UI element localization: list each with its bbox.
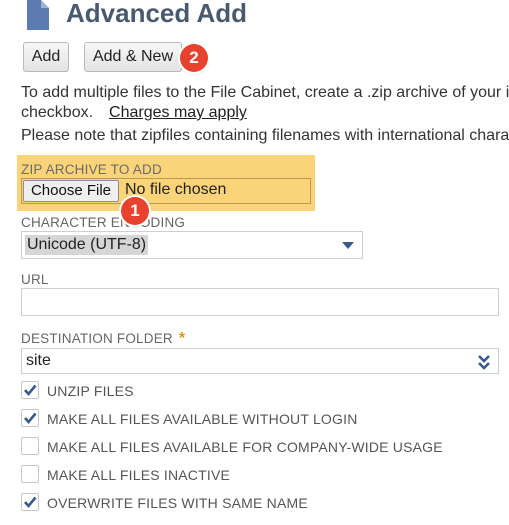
destination-folder-select[interactable]: site [21, 348, 499, 374]
description-line-2: checkbox. Charges may apply [21, 104, 247, 122]
option-label: MAKE ALL FILES INACTIVE [47, 467, 231, 483]
description-line-1: To add multiple files to the File Cabine… [21, 84, 509, 101]
character-encoding-value: Unicode (UTF-8) [25, 235, 149, 255]
option-label: UNZIP FILES [47, 383, 134, 399]
document-icon [27, 0, 49, 30]
checkmark-icon [24, 412, 37, 425]
dropdown-arrow-icon [342, 242, 354, 249]
checkbox[interactable] [21, 437, 39, 455]
url-input[interactable] [21, 288, 499, 316]
description-line-3: Please note that zipfiles containing fil… [21, 127, 509, 144]
choose-file-button[interactable]: Choose File [23, 180, 119, 202]
option-label: OVERWRITE FILES WITH SAME NAME [47, 495, 308, 511]
destination-folder-value: site [26, 352, 51, 369]
required-marker: * [178, 330, 186, 347]
step-badge-1: 1 [121, 197, 149, 225]
checkmark-icon [24, 496, 37, 509]
destination-folder-label-text: DESTINATION FOLDER [21, 331, 173, 346]
option-label: MAKE ALL FILES AVAILABLE FOR COMPANY-WID… [47, 439, 443, 455]
checkbox[interactable] [21, 409, 39, 427]
url-label: URL [21, 272, 49, 287]
add-button[interactable]: Add [23, 42, 69, 72]
checkmark-icon [24, 384, 37, 397]
zip-archive-label: ZIP ARCHIVE TO ADD [21, 162, 162, 177]
option-label: MAKE ALL FILES AVAILABLE WITHOUT LOGIN [47, 411, 358, 427]
character-encoding-select[interactable]: Unicode (UTF-8) [21, 231, 363, 259]
character-encoding-label: CHARACTER ENCODING [21, 215, 186, 230]
double-chevron-down-icon [478, 355, 490, 370]
checkbox[interactable] [21, 465, 39, 483]
add-and-new-button[interactable]: Add & New [84, 42, 182, 72]
page-title: Advanced Add [66, 0, 248, 28]
zip-file-input[interactable]: Choose File No file chosen [21, 178, 311, 204]
step-badge-2: 2 [180, 44, 208, 72]
charges-link[interactable]: Charges may apply [109, 104, 247, 121]
description-checkbox-text: checkbox. [21, 104, 94, 121]
checkbox[interactable] [21, 381, 39, 399]
destination-folder-label: DESTINATION FOLDER * [21, 330, 185, 348]
file-status: No file chosen [125, 181, 227, 198]
checkbox[interactable] [21, 493, 39, 511]
